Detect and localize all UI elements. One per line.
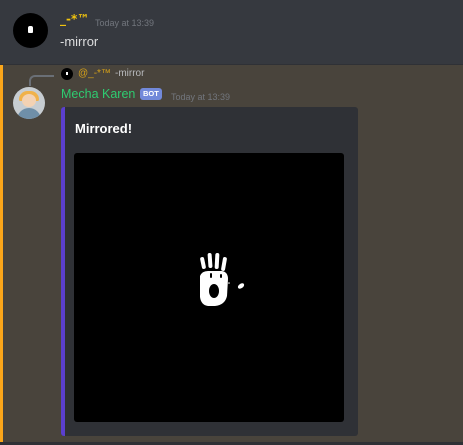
- reply-author[interactable]: @_-*™: [78, 67, 111, 81]
- embed-title: Mirrored!: [75, 121, 133, 136]
- embed: Mirrored!: [61, 107, 358, 436]
- message-author[interactable]: _-*™: [60, 12, 89, 27]
- handprint-icon: [28, 26, 33, 33]
- handprint-image[interactable]: [74, 153, 344, 422]
- reply-content[interactable]: -mirror: [115, 67, 144, 81]
- reply-spine: [29, 75, 54, 86]
- handprint-icon: [66, 72, 68, 75]
- message-user: _-*™ Today at 13:39 -mirror: [0, 0, 463, 64]
- message-timestamp: Today at 13:39: [95, 18, 155, 28]
- message-bot: @_-*™ -mirror Mecha Karen BOT Today at 1…: [0, 65, 463, 445]
- message-author[interactable]: Mecha Karen: [61, 86, 135, 102]
- embed-accent-stripe: [61, 107, 65, 436]
- handprint-icon: [200, 253, 245, 306]
- message-content: -mirror: [60, 34, 99, 49]
- message-timestamp: Today at 13:39: [171, 92, 231, 102]
- reply-avatar[interactable]: [61, 68, 73, 80]
- mention-highlight-bar: [0, 65, 3, 445]
- bot-badge: BOT: [140, 88, 162, 100]
- user-avatar[interactable]: [13, 13, 48, 48]
- bot-avatar[interactable]: [13, 87, 45, 119]
